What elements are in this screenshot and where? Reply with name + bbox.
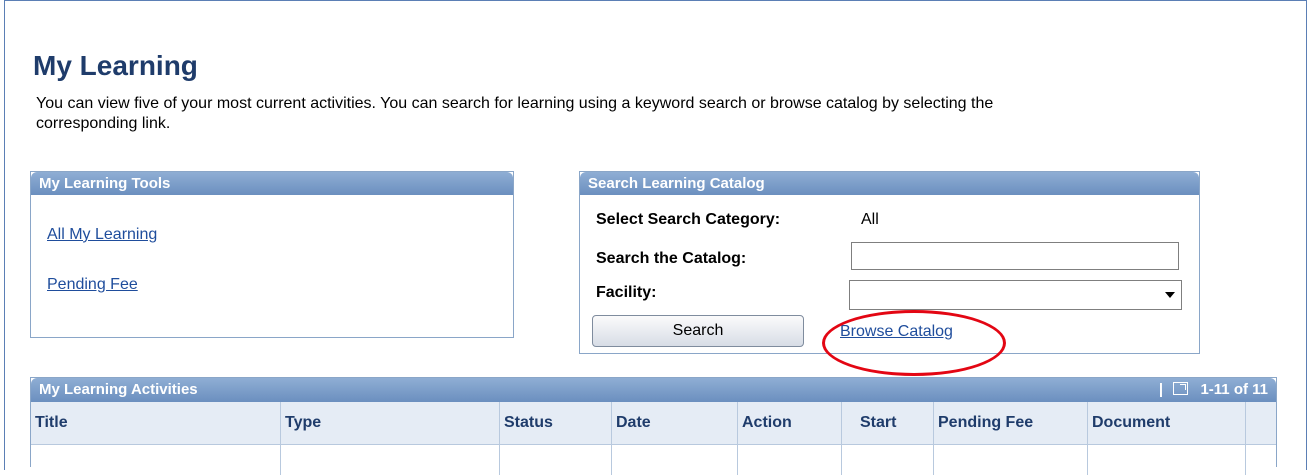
cell (738, 445, 842, 475)
learning-activities-grid: My Learning Activities | 1-11 of 11 Titl… (30, 377, 1277, 475)
intro-text: You can view five of your most current a… (36, 95, 994, 132)
activities-header: My Learning Activities (31, 378, 1276, 402)
pending-fee-link[interactable]: Pending Fee (47, 276, 138, 294)
column-type[interactable]: Type (281, 402, 500, 444)
row-range: 1-11 of 11 (1200, 381, 1268, 398)
grid-nav: | 1-11 of 11 (1159, 378, 1268, 402)
chevron-down-icon (1165, 292, 1175, 298)
cell (934, 445, 1088, 475)
column-title[interactable]: Title (31, 402, 281, 444)
facility-select[interactable] (849, 280, 1182, 310)
cell (500, 445, 612, 475)
column-status[interactable]: Status (500, 402, 612, 444)
search-header: Search Learning Catalog (580, 172, 1199, 195)
column-document[interactable]: Document (1088, 402, 1246, 444)
search-category-value: All (861, 211, 879, 228)
table-row (31, 445, 1276, 475)
search-category-label: Select Search Category: (596, 211, 781, 228)
column-pending-fee[interactable]: Pending Fee (934, 402, 1088, 444)
cell (612, 445, 738, 475)
search-catalog-label: Search the Catalog: (596, 250, 747, 267)
column-scroll (1246, 402, 1277, 444)
browse-catalog-link[interactable]: Browse Catalog (840, 323, 953, 341)
cell (31, 445, 281, 475)
cell (1088, 445, 1246, 475)
cell (281, 445, 500, 475)
column-start[interactable]: Start (842, 402, 934, 444)
activities-header-title: My Learning Activities (39, 381, 198, 398)
column-header-row: Title Type Status Date Action Start Pend… (31, 402, 1276, 445)
search-button[interactable]: Search (592, 315, 804, 347)
facility-label: Facility: (596, 284, 657, 301)
tools-header: My Learning Tools (31, 172, 513, 195)
search-catalog-box: Search Learning Catalog Select Search Ca… (579, 171, 1200, 354)
my-learning-tools-box: My Learning Tools All My Learning Pendin… (30, 171, 514, 338)
column-action[interactable]: Action (738, 402, 842, 444)
separator: | (1158, 381, 1164, 398)
all-my-learning-link[interactable]: All My Learning (47, 226, 157, 244)
new-window-icon[interactable] (1173, 382, 1189, 395)
column-date[interactable]: Date (612, 402, 738, 444)
page-title: My Learning (33, 50, 198, 81)
cell (842, 445, 934, 475)
search-catalog-input[interactable] (851, 242, 1179, 270)
